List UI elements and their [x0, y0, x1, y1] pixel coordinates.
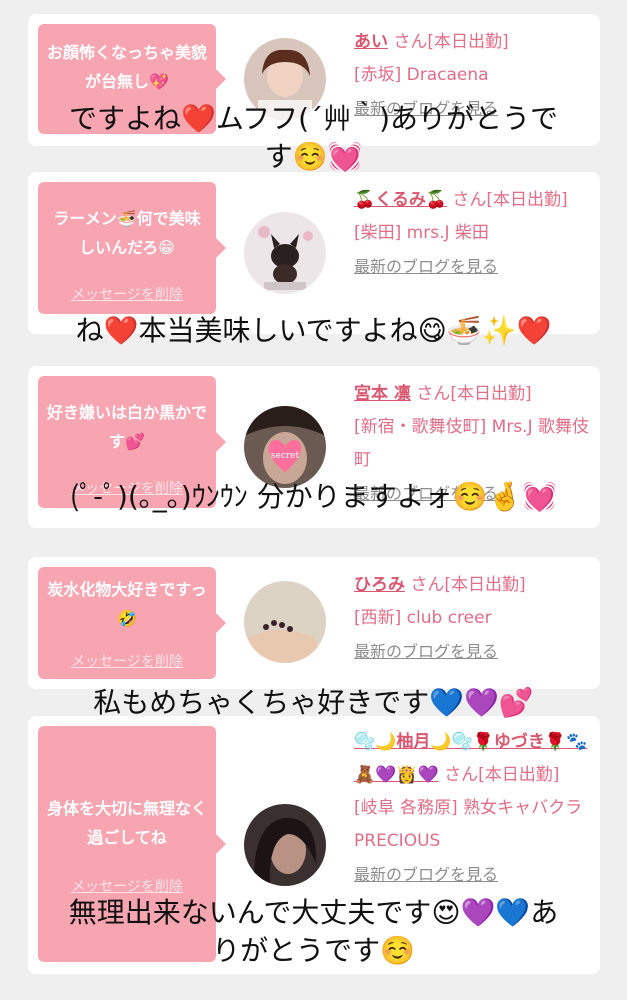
sender-suffix: さん[本日出勤] — [416, 384, 532, 404]
reply-caption: 無理出来ないんで大丈夫です😍💜💙あ りがとうです☺️ — [68, 896, 559, 967]
shop-label[interactable]: [新宿・歌舞伎町] Mrs.J 歌舞伎町 — [354, 417, 589, 470]
sender-info: 🍒くるみ🍒 さん[本日出勤] [柴田] mrs.J 柴田 最新のブログを見る — [354, 184, 590, 284]
delete-message-button[interactable]: メッセージを削除 — [38, 876, 216, 896]
blog-link[interactable]: 最新のブログを見る — [354, 865, 498, 884]
reply-caption: ね❤️本当美味しいですよね😋🍜✨❤️ — [75, 314, 552, 347]
avatar[interactable] — [244, 212, 326, 294]
avatar-photo — [244, 804, 326, 886]
message-text: 身体を大切に無理なく過ごしてね — [46, 799, 207, 847]
message-text: お顔怖くなっちゃ美貌が台無し💖 — [46, 43, 207, 91]
sender-info: 🫧🌙柚月🌙🫧🌹ゆづき🌹🐾🧸💜👸💜 さん[本日出勤] [岐阜 各務原] 熟女キャバ… — [354, 726, 590, 892]
reply-caption: ですよね❤️ムフフ(´艸｀)ありがとうで す☺️💓 — [68, 102, 559, 173]
avatar[interactable] — [244, 581, 326, 663]
sender-name-link[interactable]: 🍒くるみ🍒 — [354, 190, 447, 210]
message-text: 炭水化物大好きですっ🤣 — [47, 580, 207, 628]
delete-message-button[interactable]: メッセージを削除 — [38, 284, 216, 304]
sender-suffix: さん[本日出勤] — [452, 190, 568, 210]
avatar[interactable]: secret — [244, 406, 326, 488]
avatar[interactable] — [244, 804, 326, 886]
reply-caption: (ﾟ-ﾟ)(｡_｡)ｳﾝｳﾝ 分かりますよォ☺️🤞💓 — [69, 480, 558, 513]
sender-name-link[interactable]: 宮本 凛 — [354, 384, 411, 404]
blog-link[interactable]: 最新のブログを見る — [354, 642, 498, 661]
message-bubble: ラーメン🍜何で美味しいんだろ😁 メッセージを削除 — [38, 182, 226, 314]
message-bubble: 炭水化物大好きですっ🤣 メッセージを削除 — [38, 567, 226, 679]
sender-info: ひろみ さん[本日出勤] [西新] club creer 最新のブログを見る — [354, 569, 590, 669]
sender-suffix: さん[本日出勤] — [444, 765, 560, 785]
sender-name-link[interactable]: あい — [354, 32, 388, 52]
delete-message-button[interactable]: メッセージを削除 — [38, 651, 216, 671]
sender-suffix: さん[本日出勤] — [393, 32, 509, 52]
shop-label[interactable]: [西新] club creer — [354, 608, 492, 628]
sender-suffix: さん[本日出勤] — [410, 575, 526, 595]
avatar-secret-text: secret — [271, 451, 300, 461]
blog-link[interactable]: 最新のブログを見る — [354, 257, 498, 276]
avatar-photo — [244, 581, 326, 663]
shop-label[interactable]: [赤坂] Dracaena — [354, 65, 489, 85]
sender-name-link[interactable]: ひろみ — [354, 575, 405, 595]
avatar-photo — [244, 212, 326, 294]
shop-label[interactable]: [柴田] mrs.J 柴田 — [354, 223, 489, 243]
avatar-photo: secret — [244, 406, 326, 488]
message-text: 好き嫌いは白か黒かです💕 — [46, 403, 207, 451]
reply-caption: 私もめちゃくちゃ好きです💙💜💕 — [93, 686, 534, 719]
message-text: ラーメン🍜何で美味しいんだろ😁 — [53, 209, 201, 257]
shop-label[interactable]: [岐阜 各務原] 熟女キャバクラ PRECIOUS — [354, 798, 582, 851]
message-card: ラーメン🍜何で美味しいんだろ😁 メッセージを削除 🍒くるみ🍒 さん[本日出勤] … — [28, 172, 600, 334]
message-card: 炭水化物大好きですっ🤣 メッセージを削除 ひろみ さん[本日出勤] [西新] c… — [28, 557, 600, 689]
